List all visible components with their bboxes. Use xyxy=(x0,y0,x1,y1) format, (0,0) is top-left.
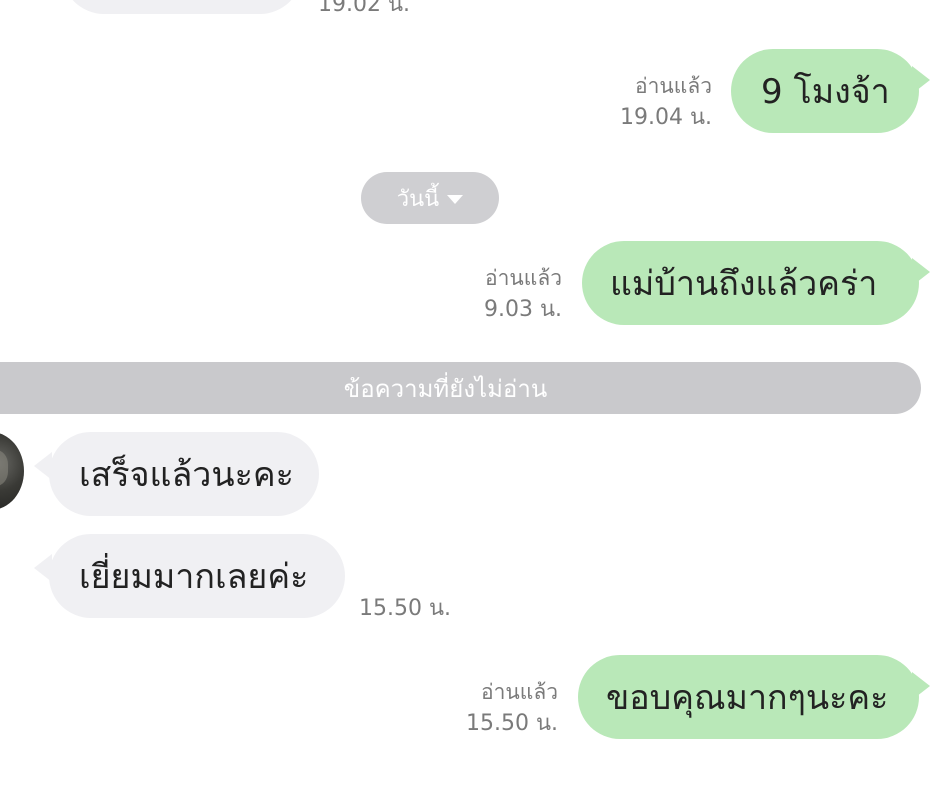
bubble-tail xyxy=(912,66,930,94)
message-meta: อ่านแล้ว 19.04 น. xyxy=(620,70,712,134)
unread-divider: ข้อความที่ยังไม่อ่าน xyxy=(0,362,921,414)
message-text: เสร็จแล้วนะคะ xyxy=(79,455,294,495)
unread-divider-label: ข้อความที่ยังไม่อ่าน xyxy=(343,374,548,403)
message-text: 9 โมงจ้า xyxy=(761,72,890,112)
read-status: อ่านแล้ว xyxy=(485,266,562,290)
read-status: อ่านแล้ว xyxy=(481,680,558,704)
read-status: อ่านแล้ว xyxy=(635,74,712,98)
message-bubble-incoming[interactable]: เยี่ยมมากเลยค่ะ xyxy=(49,534,345,618)
message-time: 9.03 น. xyxy=(483,297,562,322)
message-bubble-incoming[interactable]: เสร็จแล้วนะคะ xyxy=(49,432,319,516)
message-bubble-outgoing[interactable]: 9 โมงจ้า xyxy=(731,49,919,133)
message-time: 15.50 น. xyxy=(465,711,558,736)
date-label: วันนี้ xyxy=(396,186,440,212)
message-time: 19.04 น. xyxy=(619,105,712,130)
message-bubble-outgoing[interactable]: แม่บ้านถึงแล้วคร่า xyxy=(582,241,919,325)
bubble-tail xyxy=(912,672,930,700)
message-time: 15.50 น. xyxy=(359,596,452,621)
message-time: 19.02 น. xyxy=(318,0,411,17)
bubble-tail xyxy=(912,258,930,286)
message-bubble-incoming-partial[interactable] xyxy=(62,0,302,14)
chevron-down-icon xyxy=(447,194,464,204)
message-meta: อ่านแล้ว 9.03 น. xyxy=(484,262,562,326)
message-meta: อ่านแล้ว 15.50 น. xyxy=(466,676,558,740)
message-text: ขอบคุณมากๆนะคะ xyxy=(606,678,889,718)
avatar[interactable] xyxy=(0,432,24,510)
message-text: เยี่ยมมากเลยค่ะ xyxy=(79,557,309,597)
message-bubble-outgoing[interactable]: ขอบคุณมากๆนะคะ xyxy=(578,655,919,739)
message-text: แม่บ้านถึงแล้วคร่า xyxy=(610,264,878,304)
date-separator-pill[interactable]: วันนี้ xyxy=(361,172,499,224)
